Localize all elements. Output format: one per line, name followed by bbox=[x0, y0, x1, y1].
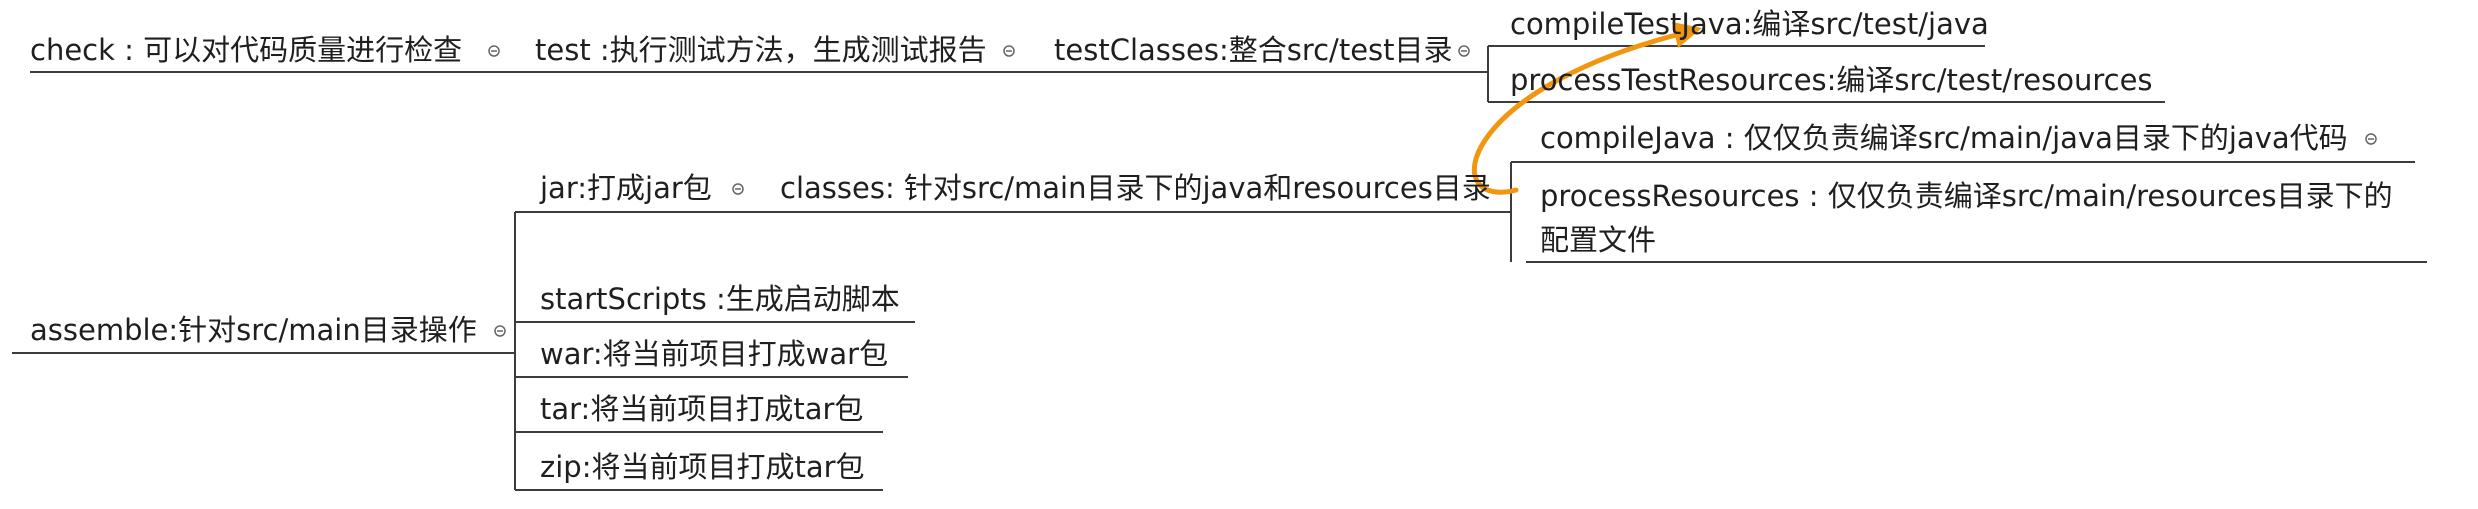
node-assemble[interactable]: assemble:针对src/main目录操作 bbox=[30, 308, 477, 352]
collapse-circle-icon[interactable] bbox=[494, 325, 506, 337]
node-test[interactable]: test :执行测试方法，生成测试报告 bbox=[535, 28, 987, 72]
node-compileTestJava[interactable]: compileTestJava:编译src/test/java bbox=[1510, 2, 1989, 46]
collapse-circle-icon[interactable] bbox=[1458, 45, 1470, 57]
relation-arrow bbox=[1472, 29, 1691, 195]
node-zip[interactable]: zip:将当前项目打成tar包 bbox=[540, 445, 865, 489]
node-processResources[interactable]: processResources : 仅仅负责编译src/main/resour… bbox=[1540, 174, 2400, 262]
node-startScripts[interactable]: startScripts :生成启动脚本 bbox=[540, 277, 900, 321]
node-war[interactable]: war:将当前项目打成war包 bbox=[540, 332, 888, 376]
node-jar[interactable]: jar:打成jar包 bbox=[540, 166, 712, 210]
node-processTestResources[interactable]: processTestResources:编译src/test/resource… bbox=[1510, 58, 2153, 102]
node-check[interactable]: check : 可以对代码质量进行检查 bbox=[30, 28, 462, 72]
node-tar[interactable]: tar:将当前项目打成tar包 bbox=[540, 387, 863, 431]
collapse-circle-icon[interactable] bbox=[2365, 133, 2377, 145]
collapse-circle-icon[interactable] bbox=[732, 183, 744, 195]
node-classes[interactable]: classes: 针对src/main目录下的java和resources目录 bbox=[780, 166, 1491, 210]
mindmap-canvas: check : 可以对代码质量进行检查 test :执行测试方法，生成测试报告 … bbox=[0, 0, 2478, 509]
collapse-circle-icon[interactable] bbox=[488, 45, 500, 57]
collapse-circle-icon[interactable] bbox=[1003, 45, 1015, 57]
node-testClasses[interactable]: testClasses:整合src/test目录 bbox=[1054, 28, 1453, 72]
node-compileJava[interactable]: compileJava : 仅仅负责编译src/main/java目录下的jav… bbox=[1540, 116, 2348, 160]
